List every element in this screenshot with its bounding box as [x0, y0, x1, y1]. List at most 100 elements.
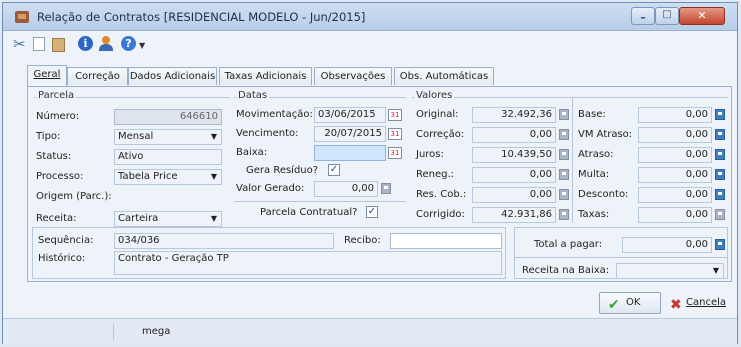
- calendar-icon[interactable]: 31: [388, 147, 402, 159]
- toolbar: ✂ i ? ▼: [3, 32, 737, 58]
- corrigido-label: Corrigido:: [416, 209, 465, 220]
- receita-baixa-select[interactable]: ▼: [616, 263, 724, 279]
- historico-field[interactable]: Contrato - Geração TP: [114, 251, 502, 275]
- calculator-icon[interactable]: [715, 189, 725, 200]
- total-separator: [514, 257, 728, 258]
- recibo-field[interactable]: [390, 233, 502, 249]
- calculator-icon[interactable]: [715, 169, 725, 180]
- tipo-label: Tipo:: [36, 131, 61, 142]
- parcela-contratual-label: Parcela Contratual?: [260, 207, 358, 218]
- reneg-field[interactable]: 0,00: [472, 167, 556, 183]
- minimize-icon: –: [640, 11, 646, 24]
- sequencia-field[interactable]: 034/036: [114, 233, 334, 249]
- tab-correcao[interactable]: Correção: [67, 67, 128, 85]
- cancel-button[interactable]: ✖ Cancela: [665, 292, 733, 314]
- calculator-icon[interactable]: [559, 149, 569, 160]
- baixa-field[interactable]: [314, 145, 386, 161]
- vencimento-field[interactable]: 20/07/2015: [314, 126, 386, 142]
- chevron-down-icon[interactable]: ▼: [139, 41, 145, 50]
- total-label: Total a pagar:: [534, 239, 603, 250]
- status-field[interactable]: Ativo: [114, 149, 222, 165]
- receita-label: Receita:: [36, 213, 77, 224]
- calculator-icon[interactable]: [715, 129, 725, 140]
- receita-value: Carteira: [118, 213, 159, 224]
- corrigido-field[interactable]: 42.931,86: [472, 207, 556, 223]
- calculator-icon[interactable]: [715, 149, 725, 160]
- info-icon: i: [78, 36, 93, 51]
- calculator-icon[interactable]: [559, 189, 569, 200]
- valor-gerado-label: Valor Gerado:: [236, 183, 305, 194]
- maximize-button[interactable]: □: [655, 7, 679, 25]
- parcela-group: Parcela: [34, 90, 230, 101]
- vm-atraso-field[interactable]: 0,00: [638, 127, 712, 143]
- juros-field[interactable]: 10.439,50: [472, 147, 556, 163]
- user-icon: [98, 36, 113, 51]
- receita-select[interactable]: Carteira ▼: [114, 211, 222, 227]
- paste-button[interactable]: [50, 36, 67, 53]
- calculator-icon[interactable]: [559, 129, 569, 140]
- copy-button[interactable]: [31, 36, 48, 53]
- valores-divider: [572, 97, 573, 223]
- juros-label: Juros:: [416, 149, 444, 160]
- calendar-icon[interactable]: 31: [388, 128, 402, 140]
- calculator-icon[interactable]: [381, 183, 391, 194]
- minimize-button[interactable]: –: [631, 7, 655, 25]
- close-button[interactable]: ✕: [679, 7, 725, 25]
- desconto-field[interactable]: 0,00: [638, 187, 712, 203]
- tab-dados-adicionais[interactable]: Dados Adicionais: [128, 67, 217, 85]
- recibo-label: Recibo:: [344, 235, 381, 246]
- calendar-icon[interactable]: 31: [388, 109, 402, 121]
- user-button[interactable]: [98, 36, 115, 53]
- ok-button[interactable]: ✔ OK: [599, 292, 661, 314]
- calculator-icon[interactable]: [715, 209, 725, 220]
- multa-field[interactable]: 0,00: [638, 167, 712, 183]
- total-field[interactable]: 0,00: [622, 237, 712, 253]
- tipo-select[interactable]: Mensal ▼: [114, 129, 222, 145]
- processo-select[interactable]: Tabela Price ▼: [114, 169, 222, 185]
- chevron-down-icon: ▼: [712, 266, 719, 275]
- calculator-icon[interactable]: [559, 109, 569, 120]
- tab-obs-automaticas[interactable]: Obs. Automáticas: [394, 67, 494, 85]
- title-bar: Relação de Contratos [RESIDENCIAL MODELO…: [3, 3, 737, 31]
- processo-label: Processo:: [36, 171, 84, 182]
- reneg-label: Reneg.:: [416, 169, 455, 180]
- contracts-window: Relação de Contratos [RESIDENCIAL MODELO…: [2, 2, 738, 344]
- calculator-icon[interactable]: [715, 239, 725, 250]
- parcela-contratual-checkbox[interactable]: ✓: [366, 206, 378, 218]
- ok-label: OK: [626, 297, 641, 308]
- original-field[interactable]: 32.492,36: [472, 107, 556, 123]
- multa-label: Multa:: [578, 169, 610, 180]
- res-cob-label: Res. Cob.:: [416, 189, 467, 200]
- tab-taxas-adicionais[interactable]: Taxas Adicionais: [219, 67, 312, 85]
- movimentacao-label: Movimentação:: [236, 109, 313, 120]
- movimentacao-field[interactable]: 03/06/2015: [314, 107, 386, 123]
- info-button[interactable]: i: [78, 36, 95, 53]
- datas-group-title: Datas: [236, 90, 270, 101]
- help-button[interactable]: ?: [121, 36, 138, 53]
- correcao-field[interactable]: 0,00: [472, 127, 556, 143]
- taxas-label: Taxas:: [578, 209, 610, 220]
- calculator-icon[interactable]: [559, 209, 569, 220]
- tab-observacoes[interactable]: Observações: [314, 67, 392, 85]
- cut-button[interactable]: ✂: [13, 36, 30, 53]
- baixa-label: Baixa:: [236, 147, 268, 158]
- gera-residuo-checkbox[interactable]: ✓: [328, 164, 340, 176]
- base-field[interactable]: 0,00: [638, 107, 712, 123]
- valores-group: Valores: [412, 90, 728, 101]
- gera-residuo-label: Gera Resíduo?: [246, 165, 319, 176]
- status-label: Status:: [36, 151, 72, 162]
- calculator-icon[interactable]: [559, 169, 569, 180]
- cancel-icon: ✖: [670, 297, 682, 313]
- chevron-down-icon: ▼: [210, 214, 217, 223]
- check-icon: ✔: [608, 297, 620, 313]
- origem-label: Origem (Parc.):: [36, 191, 112, 202]
- tab-geral[interactable]: Geral: [27, 65, 67, 86]
- valor-gerado-field[interactable]: 0,00: [314, 181, 378, 197]
- atraso-label: Atraso:: [578, 149, 614, 160]
- res-cob-field[interactable]: 0,00: [472, 187, 556, 203]
- taxas-field[interactable]: 0,00: [638, 207, 712, 223]
- maximize-icon: □: [662, 9, 672, 20]
- valores-group-title: Valores: [414, 90, 455, 101]
- atraso-field[interactable]: 0,00: [638, 147, 712, 163]
- calculator-icon[interactable]: [715, 109, 725, 120]
